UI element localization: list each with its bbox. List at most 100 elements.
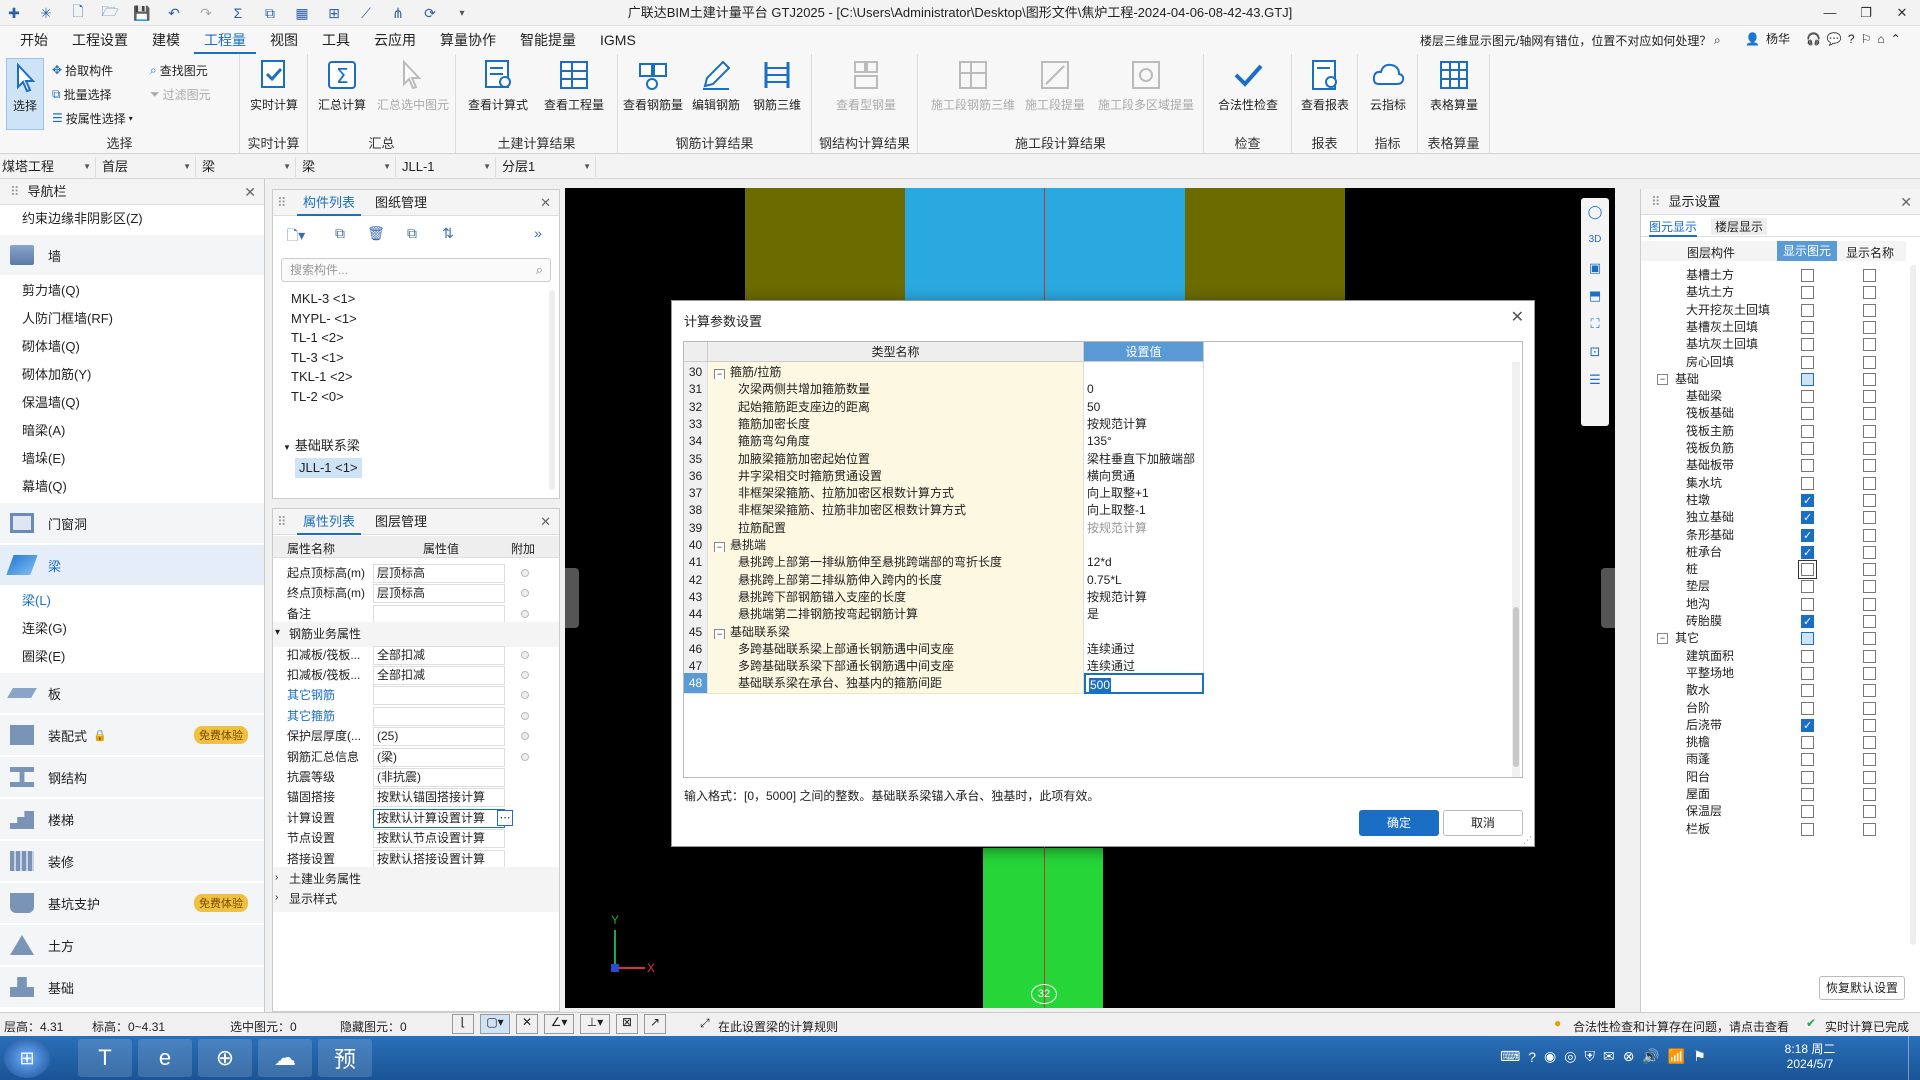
- ok-button[interactable]: 确定: [1359, 810, 1439, 836]
- grid-icon[interactable]: ▦: [290, 2, 314, 24]
- summary-selected-button[interactable]: 汇总选中图元: [374, 58, 452, 128]
- copy-icon[interactable]: ⧉: [258, 2, 282, 24]
- property-value-field[interactable]: (25): [373, 727, 505, 747]
- select-by-attr-button[interactable]: ☰ 按属性选择 ▾: [52, 108, 133, 128]
- component-list-item[interactable]: TL-1 <2>: [287, 328, 348, 348]
- nav-category-foundation[interactable]: 基础: [0, 967, 264, 1007]
- new-file-icon[interactable]: 🗋: [66, 2, 90, 24]
- free-trial-badge[interactable]: 免费体验: [194, 894, 248, 912]
- tray-chat-icon[interactable]: ✉: [1603, 1048, 1615, 1065]
- restore-default-button[interactable]: 恢复默认设置: [1819, 976, 1905, 1000]
- show-element-checkbox[interactable]: [1801, 788, 1814, 801]
- property-value-field[interactable]: 按默认节点设置计算: [373, 829, 505, 849]
- validity-check-button[interactable]: 合法性检查: [1208, 58, 1288, 128]
- attach-checkbox[interactable]: [521, 569, 529, 577]
- nav-category-beam[interactable]: 梁: [0, 545, 264, 585]
- nav-category-pit-support[interactable]: 基坑支护 免费体验: [0, 883, 264, 923]
- box-view-icon[interactable]: ⬒: [1581, 282, 1609, 310]
- tray-browser-icon[interactable]: ◎: [1564, 1048, 1576, 1065]
- help-icon[interactable]: ?: [1848, 32, 1855, 46]
- construction-rebar3d-button[interactable]: 施工段钢筋三维: [928, 58, 1018, 128]
- construction-multi-button[interactable]: 施工段多区域提量: [1092, 58, 1200, 128]
- nav-item-beam_items-0[interactable]: 梁(L): [0, 587, 264, 615]
- show-element-checkbox[interactable]: [1801, 597, 1814, 611]
- menu-tab-1[interactable]: 工程设置: [62, 26, 138, 54]
- rebar-3d-button[interactable]: 钢筋三维: [746, 58, 808, 128]
- drag-handle-icon[interactable]: ⠿: [277, 514, 287, 530]
- collapse-toggle-icon[interactable]: −: [1657, 373, 1668, 385]
- show-element-checkbox[interactable]: [1801, 753, 1814, 767]
- show-element-checkbox[interactable]: [1801, 459, 1814, 473]
- tray-speaker-icon[interactable]: 🔊: [1642, 1048, 1659, 1065]
- show-name-checkbox[interactable]: [1863, 632, 1876, 646]
- show-name-checkbox[interactable]: [1863, 338, 1876, 352]
- nav-item-wall_items-5[interactable]: 暗梁(A): [0, 417, 264, 445]
- show-element-checkbox[interactable]: [1801, 684, 1814, 698]
- menu-tab-2[interactable]: 建模: [142, 26, 190, 54]
- show-name-checkbox[interactable]: [1863, 528, 1876, 542]
- component-search-input[interactable]: 搜索构件...: [281, 258, 551, 282]
- menu-tab-6[interactable]: 云应用: [364, 26, 426, 54]
- pick-component-button[interactable]: ✥ 拾取构件: [52, 60, 113, 80]
- show-element-checkbox[interactable]: [1801, 718, 1814, 732]
- show-name-checkbox[interactable]: [1863, 372, 1876, 386]
- attach-checkbox[interactable]: [521, 752, 529, 761]
- show-name-checkbox[interactable]: [1863, 805, 1876, 819]
- show-element-checkbox[interactable]: [1801, 269, 1814, 282]
- start-button-icon[interactable]: ⊞: [4, 1038, 50, 1078]
- tab-drawing-management[interactable]: 图纸管理: [369, 190, 433, 216]
- property-group-row[interactable]: › 显示样式: [273, 887, 559, 913]
- tray-shield-icon[interactable]: ⛨: [1584, 1048, 1595, 1065]
- nav-item-wall_items-6[interactable]: 墙垛(E): [0, 445, 264, 473]
- show-element-checkbox[interactable]: [1801, 493, 1814, 507]
- open-folder-icon[interactable]: 🗁: [98, 2, 122, 24]
- show-name-checkbox[interactable]: [1863, 563, 1876, 577]
- show-element-checkbox[interactable]: [1801, 424, 1814, 438]
- find-element-button[interactable]: ⌕ 查找图元: [150, 60, 208, 80]
- show-element-checkbox[interactable]: [1801, 736, 1814, 750]
- save-icon[interactable]: 💾: [130, 2, 154, 24]
- warning-icon[interactable]: ●: [1554, 1016, 1561, 1030]
- close-icon[interactable]: ✕: [1511, 307, 1524, 327]
- show-element-checkbox[interactable]: [1801, 701, 1814, 715]
- show-element-checkbox[interactable]: [1801, 303, 1814, 317]
- filter-element-button[interactable]: ⏷ 过滤图元: [150, 84, 211, 104]
- nav-category-steel[interactable]: 钢结构: [0, 757, 264, 797]
- delete-icon[interactable]: 🗑: [365, 224, 387, 246]
- column-cyan-left[interactable]: [905, 188, 1045, 303]
- floor-select[interactable]: 首层 ▼: [100, 157, 196, 177]
- object-snap-icon[interactable]: ▢▾: [480, 1014, 510, 1034]
- free-trial-badge[interactable]: 免费体验: [194, 726, 248, 744]
- show-name-checkbox[interactable]: [1863, 718, 1876, 732]
- right-collapse-handle[interactable]: [1601, 568, 1615, 628]
- attach-checkbox[interactable]: [521, 609, 529, 618]
- drag-handle-icon[interactable]: ⠿: [10, 184, 20, 199]
- zoom-fit-icon[interactable]: ⊡: [1581, 338, 1609, 366]
- show-element-checkbox[interactable]: [1801, 528, 1814, 542]
- support-icon[interactable]: 🎧: [1806, 32, 1821, 46]
- property-value-field[interactable]: 全部扣减: [373, 666, 505, 685]
- show-name-checkbox[interactable]: [1863, 286, 1876, 300]
- show-name-checkbox[interactable]: [1863, 476, 1876, 490]
- new-icon[interactable]: ✳: [34, 2, 58, 24]
- new-component-icon[interactable]: 🗋▾: [285, 224, 307, 246]
- construction-extract-button[interactable]: 施工段提量: [1020, 58, 1090, 128]
- rebar-icon[interactable]: ⋔: [386, 2, 410, 24]
- angle-icon[interactable]: ∠▾: [544, 1014, 574, 1034]
- sort-icon[interactable]: ⇅: [437, 224, 459, 246]
- show-element-checkbox[interactable]: [1801, 372, 1814, 386]
- nav-item-constraint-zone[interactable]: 约束边缘非阴影区(Z): [0, 205, 264, 233]
- show-element-checkbox[interactable]: [1801, 407, 1814, 421]
- measure-icon[interactable]: ⟋: [354, 2, 378, 24]
- tab-floor-display[interactable]: 楼层显示: [1711, 218, 1768, 235]
- user-avatar-icon[interactable]: 👤: [1745, 32, 1760, 46]
- show-element-checkbox[interactable]: [1801, 286, 1814, 300]
- type-select[interactable]: 梁 ▼: [200, 157, 296, 177]
- scrollbar[interactable]: [1512, 362, 1520, 777]
- nav-item-wall_items-2[interactable]: 砌体墙(Q): [0, 333, 264, 361]
- polar-icon[interactable]: ↗: [644, 1014, 666, 1034]
- user-name[interactable]: 杨华: [1766, 30, 1790, 47]
- summary-calc-button[interactable]: Σ 汇总计算: [312, 58, 372, 128]
- more-options-icon[interactable]: ⋯: [497, 809, 513, 826]
- scrollbar[interactable]: [549, 290, 555, 490]
